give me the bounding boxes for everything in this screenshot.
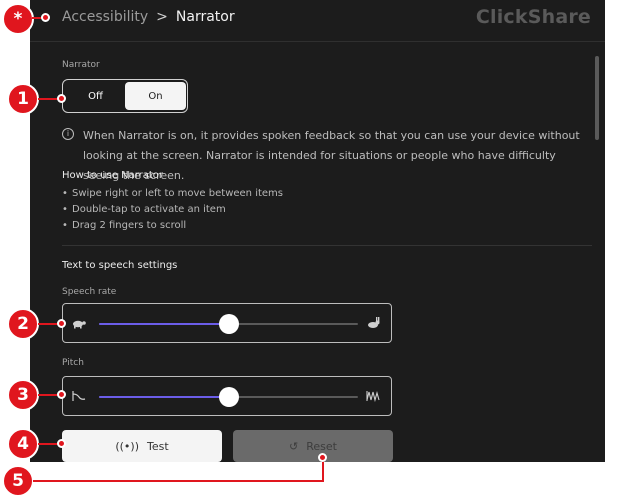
narrator-label: Narrator (62, 60, 100, 70)
toggle-on-option[interactable]: On (125, 82, 186, 110)
list-item: • Double-tap to activate an item (62, 204, 226, 215)
test-button[interactable]: ((•)) Test (62, 430, 222, 462)
annotation-leader-dot (41, 13, 50, 22)
reset-button-label: Reset (306, 439, 337, 453)
speech-rate-track (99, 314, 358, 334)
info-icon: i (62, 128, 74, 140)
narrator-toggle[interactable]: Off On (62, 79, 188, 113)
annotation-marker-4: 4 (7, 428, 39, 460)
speech-rate-slider[interactable] (62, 303, 392, 343)
pitch-slider[interactable] (62, 376, 392, 416)
annotation-marker-1: 1 (7, 83, 39, 115)
toggle-off-option[interactable]: Off (65, 82, 126, 110)
turtle-icon (73, 320, 86, 329)
annotation-leader-dot (318, 453, 327, 462)
pitch-thumb[interactable] (218, 387, 239, 407)
howto-title: How to use Narrator (62, 170, 164, 181)
pitch-track (99, 387, 358, 407)
howto-list: • Swipe right or left to move between ite… (62, 186, 283, 234)
reset-button[interactable]: ↺ Reset (233, 430, 393, 462)
section-divider (62, 245, 592, 246)
list-item: • Drag 2 fingers to scroll (62, 220, 187, 231)
annotation-marker-star: * (2, 3, 34, 35)
breadcrumb-separator: > (156, 9, 168, 25)
tts-settings-title: Text to speech settings (62, 260, 178, 271)
rabbit-icon (368, 317, 380, 328)
scrollbar[interactable] (595, 56, 599, 140)
annotation-marker-5: 5 (2, 465, 34, 497)
breadcrumb: Accessibility > Narrator (62, 9, 235, 25)
annotation-leader-dot (57, 439, 66, 448)
undo-icon: ↺ (289, 439, 299, 453)
pitch-fill (99, 396, 229, 398)
high-pitch-icon (366, 390, 380, 403)
top-bar: Accessibility > Narrator ClickShare (30, 0, 605, 42)
speech-rate-thumb[interactable] (218, 314, 239, 334)
broadcast-icon: ((•)) (115, 439, 139, 453)
annotation-marker-3: 3 (7, 379, 39, 411)
breadcrumb-parent[interactable]: Accessibility (62, 9, 148, 25)
list-item: • Swipe right or left to move between ite… (62, 188, 283, 199)
annotation-leader-dot (57, 390, 66, 399)
test-button-label: Test (146, 439, 169, 453)
annotation-leader (33, 480, 324, 482)
speech-rate-label: Speech rate (62, 287, 117, 297)
breadcrumb-current: Narrator (175, 9, 235, 25)
annotation-leader-dot (57, 319, 66, 328)
narrator-settings-screen: Accessibility > Narrator ClickShare Narrat… (30, 0, 605, 462)
brand-logo: ClickShare (475, 6, 591, 28)
annotation-leader-dot (57, 94, 66, 103)
annotation-marker-2: 2 (7, 308, 39, 340)
low-pitch-icon (72, 391, 86, 401)
speech-rate-fill (99, 323, 229, 325)
pitch-label: Pitch (62, 358, 84, 368)
